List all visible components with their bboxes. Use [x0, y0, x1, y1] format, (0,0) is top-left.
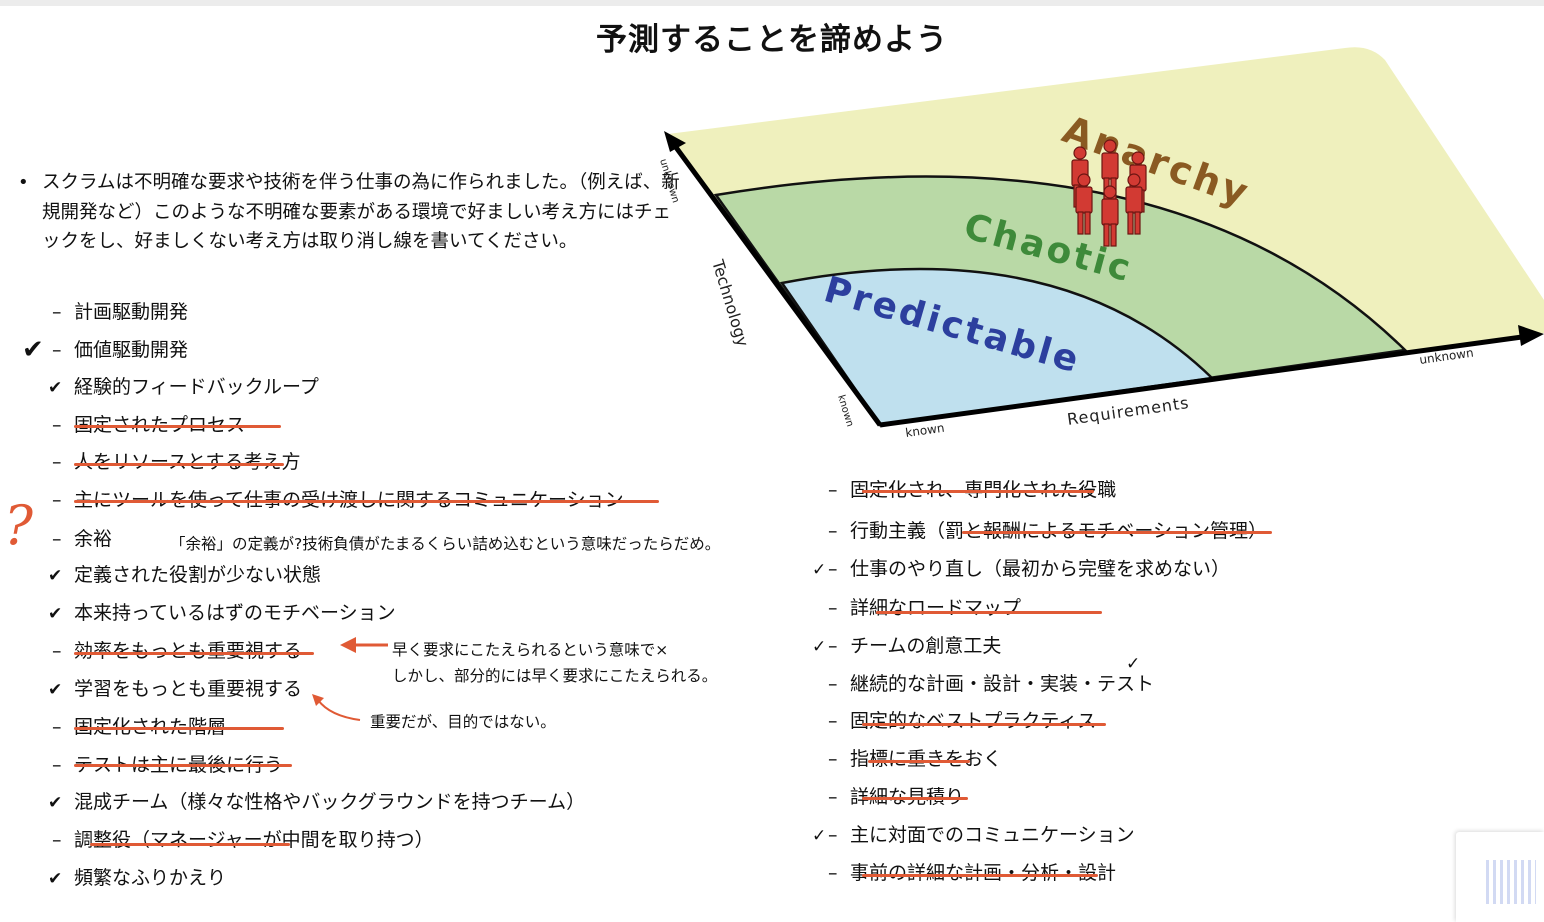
list-item: 定義された役割が少ない状態 [74, 564, 322, 586]
technology-label: Technology [708, 257, 753, 349]
strikethrough-mark [90, 843, 290, 846]
question-mark-icon: ? [4, 494, 33, 557]
checkmark-icon: ✓ [812, 560, 827, 580]
strikethrough-mark [876, 611, 1102, 614]
strikethrough-mark [962, 531, 1272, 534]
minimap-widget[interactable] [1456, 832, 1544, 922]
strikethrough-mark [74, 463, 284, 466]
requirements-known-label: known [904, 421, 945, 440]
strikethrough-mark [862, 723, 1106, 726]
list-item: 頻繁なふりかえり [74, 867, 227, 889]
list-item: 本来持っているはずのモチベーション [74, 602, 396, 624]
checkmark-icon: ✓ [812, 826, 827, 846]
list-item: 混成チーム（様々な性格やバックグラウンドを持つチーム） [74, 791, 586, 813]
checkmark-icon: ✔ [22, 335, 44, 365]
learning-note: 重要だが、目的ではない。 [370, 713, 556, 731]
list-item: – 主に対面でのコミュニケーション [828, 824, 1135, 846]
list-item: – チームの創意工夫 [828, 635, 1002, 657]
list-item: – 指標に重きをおく [828, 748, 1003, 770]
list-item: – 計画駆動開発 [52, 301, 189, 323]
list-item: 経験的フィードバックループ [74, 376, 319, 398]
list-item: – 調整役（マネージャーが中間を取り持つ） [52, 829, 434, 851]
technology-known-label: known [835, 394, 855, 429]
minimap-preview [1486, 860, 1536, 904]
yoyu-note: 「余裕」の定義が?技術負債がたまるくらい詰め込むという意味だったらだめ。 [170, 535, 721, 553]
checkmark-icon: ✓ [812, 637, 827, 657]
strikethrough-mark [74, 764, 292, 767]
list-item: – 固定的なベストプラクティス [828, 710, 1097, 732]
list-item: – 事前の詳細な計画・分析・設計 [828, 862, 1117, 884]
people-group-icon [1071, 139, 1147, 247]
learning-note-arrow [317, 699, 361, 721]
list-item: – 仕事のやり直し（最初から完璧を求めない） [828, 558, 1231, 580]
strikethrough-mark [862, 797, 968, 800]
efficiency-note-line2: しかし、部分的には早く要求にこたえられる。 [392, 667, 718, 685]
list-item: – 効率をもっとも重要視する [52, 640, 303, 662]
strikethrough-mark [862, 874, 1098, 877]
strikethrough-mark [74, 425, 281, 428]
technology-unknown-label: unknown [657, 158, 681, 205]
list-item: 学習をもっとも重要視する [74, 678, 303, 700]
list-item: – 余裕 [52, 528, 113, 550]
list-item: – 詳細なロードマップ [828, 597, 1022, 619]
strikethrough-mark [862, 490, 1094, 493]
list-item: – 継続的な計画・設計・実装・テスト [828, 673, 1155, 695]
list-item: – 人をリソースとする考え方 [52, 451, 301, 473]
strikethrough-mark [74, 727, 284, 730]
efficiency-note-line1: 早く要求にこたえられるという意味で× [392, 641, 669, 659]
strikethrough-mark [74, 500, 659, 503]
strikethrough-mark [868, 760, 970, 763]
efficiency-note-arrowhead [340, 637, 356, 653]
list-item: – 価値駆動開発 [52, 339, 189, 361]
strikethrough-mark [74, 652, 314, 655]
